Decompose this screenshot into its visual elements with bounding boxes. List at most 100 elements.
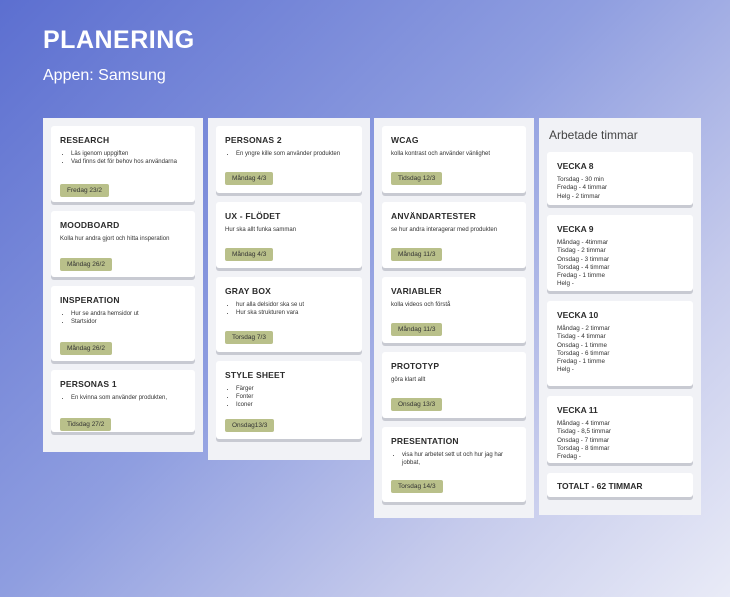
total-hours: TOTALT - 62 TIMMAR [557,481,643,491]
card-bullet: Iconer [236,401,353,409]
card-title: PERSONAS 2 [225,135,282,145]
hours-line: Måndag - 4 timmar [557,420,610,427]
card-bullet: Vad finns det för behov hos användarna [71,158,186,166]
card-bullets: hur alla delsidor ska se ut Hur ska stru… [225,301,353,317]
hours-line: Helg - [557,366,574,374]
card-bullets: visa hur arbetet sett ut och hur jag har… [391,451,517,467]
card-bullet: En yngre kille som använder produkten [236,150,353,158]
task-card-personas-1[interactable]: PERSONAS 1 En kvinna som använder produk… [51,370,195,432]
week-card-9[interactable]: VECKA 9 Måndag - 4timmar Tisdag - 2 timm… [547,215,693,291]
task-card-insperation[interactable]: INSPERATION Hur se andra hemsidor ut Sta… [51,286,195,361]
page-subtitle: Appen: Samsung [43,67,166,84]
date-tag: Måndag 4/3 [225,248,274,261]
card-bullet: Hur se andra hemsidor ut [71,310,186,318]
week-title: VECKA 11 [557,405,598,415]
card-title: MOODBOARD [60,220,120,230]
card-title: VARIABLER [391,286,442,296]
card-title: UX - FLÖDET [225,211,281,221]
card-bullet: Färger [236,385,353,393]
board-column-2: PERSONAS 2 En yngre kille som använder p… [208,118,370,460]
task-card-moodboard[interactable]: MOODBOARD Kolla hur andra gjort och hitt… [51,211,195,277]
hours-line: Torsdag - 4 timmar [557,263,610,271]
board-column-3: WCAG kolla kontrast och använder vänligh… [374,118,534,518]
hours-line: Torsdag - 6 timmar [557,349,610,357]
task-card-prototyp[interactable]: PROTOTYP göra klart allt Onsdag 13/3 [382,352,526,418]
card-title: PERSONAS 1 [60,379,117,389]
hours-line: Tisdag - 4 timmar [557,333,606,341]
hours-line: Måndag - 2 timmar [557,325,610,332]
card-text: se hur andra interagerar med produkten [391,227,498,233]
hours-line: Fredag - 1 timme [557,358,605,366]
hours-line: Helg - 2 timmar [557,192,601,200]
task-card-ux-flodet[interactable]: UX - FLÖDET Hur ska allt funka samman Må… [216,202,362,268]
card-bullet: hur alla delsidor ska se ut [236,301,353,309]
date-tag: Måndag 26/2 [60,258,112,271]
week-card-11[interactable]: VECKA 11 Måndag - 4 timmar Tisdag - 8,5 … [547,396,693,463]
card-title: ANVÄNDARTESTER [391,211,476,221]
card-title: RESEARCH [60,135,110,145]
hours-line: Onsdag - 3 timmar [557,255,610,263]
card-title: STYLE SHEET [225,370,286,380]
hours-line: Fredag - 1 timme [557,272,605,280]
date-tag: Fredag 23/2 [60,184,110,197]
week-title: VECKA 10 [557,310,599,320]
task-card-wcag[interactable]: WCAG kolla kontrast och använder vänligh… [382,126,526,193]
card-bullet: Hur ska strukturen vara [236,309,353,317]
hours-line: Fredag - 4 timmar [557,184,608,192]
card-bullet: Fonter [236,393,353,401]
hours-line: Tisdag - 2 timmar [557,247,606,255]
hours-line: Fredag - [557,453,581,461]
hours-line: Torsdag - 8 timmar [557,444,610,452]
task-card-variabler[interactable]: VARIABLER kolla videos och förstå Måndag… [382,277,526,343]
page-title: PLANERING [43,26,195,54]
task-card-presentation[interactable]: PRESENTATION visa hur arbetet sett ut oc… [382,427,526,502]
hours-title: Arbetade timmar [549,128,638,142]
card-bullets: En kvinna som använder produkten, [60,394,186,402]
date-tag: Torsdag 14/3 [391,480,443,493]
date-tag: Tidsdag 27/2 [60,418,112,431]
card-title: GRAY BOX [225,286,272,296]
week-card-10[interactable]: VECKA 10 Måndag - 2 timmar Tisdag - 4 ti… [547,301,693,386]
card-title: PRESENTATION [391,436,459,446]
date-tag: Onsdag13/3 [225,419,275,432]
card-text: kolla videos och förstå [391,302,451,308]
card-bullet: Läs igenom uppgiften [71,150,186,158]
week-title: VECKA 8 [557,161,594,171]
task-card-personas-2[interactable]: PERSONAS 2 En yngre kille som använder p… [216,126,362,193]
task-card-gray-box[interactable]: GRAY BOX hur alla delsidor ska se ut Hur… [216,277,362,352]
card-bullet: En kvinna som använder produkten, [71,394,186,402]
card-bullets: Färger Fonter Iconer [225,385,353,409]
card-title: PROTOTYP [391,361,440,371]
card-bullets: En yngre kille som använder produkten [225,150,353,158]
card-title: INSPERATION [60,295,120,305]
hours-line: Helg - [557,280,574,288]
task-card-style-sheet[interactable]: STYLE SHEET Färger Fonter Iconer Onsdag1… [216,361,362,439]
task-card-research[interactable]: RESEARCH Läs igenom uppgiften Vad finns … [51,126,195,202]
task-card-anvandartester[interactable]: ANVÄNDARTESTER se hur andra interagerar … [382,202,526,268]
hours-line: Onsdag - 7 timmar [557,436,610,444]
hours-line: Tisdag - 8,5 timmar [557,428,612,436]
hours-column: Arbetade timmar VECKA 8 Torsdag - 30 min… [539,118,701,515]
card-bullet: visa hur arbetet sett ut och hur jag har… [402,451,517,467]
hours-line: Torsdag - 30 min [557,176,604,183]
card-title: WCAG [391,135,419,145]
date-tag: Måndag 4/3 [225,172,274,185]
card-bullets: Hur se andra hemsidor ut Startsidor [60,310,186,326]
date-tag: Måndag 11/3 [391,323,443,336]
date-tag: Torsdag 7/3 [225,331,273,344]
card-text: göra klart allt [391,377,426,383]
card-bullet: Startsidor [71,318,186,326]
date-tag: Måndag 26/2 [60,342,112,355]
week-title: VECKA 9 [557,224,594,234]
card-text: Kolla hur andra gjort och hitta insperat… [60,236,170,242]
date-tag: Måndag 11/3 [391,248,443,261]
hours-line: Måndag - 4timmar [557,239,609,246]
date-tag: Onsdag 13/3 [391,398,443,411]
board-column-1: RESEARCH Läs igenom uppgiften Vad finns … [43,118,203,452]
hours-line: Onsdag - 1 timme [557,341,608,349]
card-text: Hur ska allt funka samman [225,227,297,233]
date-tag: Tidsdag 12/3 [391,172,443,185]
week-card-8[interactable]: VECKA 8 Torsdag - 30 min Fredag - 4 timm… [547,152,693,205]
card-text: kolla kontrast och använder vänlighet [391,151,491,157]
total-card[interactable]: TOTALT - 62 TIMMAR [547,473,693,497]
